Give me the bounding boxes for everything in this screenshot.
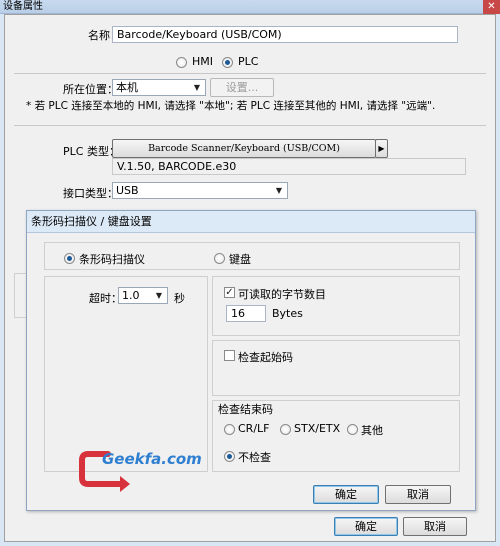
no-check-label: 不检查 — [238, 451, 271, 464]
watermark-text: Geekfa.com — [102, 450, 202, 468]
window-close-button[interactable]: ✕ — [483, 0, 500, 14]
window-title-bar: 设备属性 — [0, 0, 500, 14]
ok-button[interactable]: 确定 — [334, 517, 398, 536]
keyboard-label: 键盘 — [229, 253, 251, 266]
arrow-right-icon: ▶ — [378, 144, 385, 153]
readable-bytes-checkbox[interactable]: ✓ — [224, 287, 235, 298]
barcode-scanner-label: 条形码扫描仪 — [79, 253, 145, 266]
bytes-unit: Bytes — [272, 307, 303, 320]
timeout-unit: 秒 — [174, 292, 185, 305]
divider — [14, 125, 486, 126]
keyboard-radio[interactable] — [214, 253, 225, 264]
geekfa-logo: Geekfa.com — [78, 448, 202, 492]
readable-bytes-label: 可读取的字节数目 — [238, 288, 326, 301]
window-title: 设备属性 — [3, 1, 43, 12]
interface-label: 接口类型： — [63, 187, 118, 200]
plc-radio-label: PLC — [238, 55, 259, 68]
location-label: 所在位置： — [63, 83, 118, 96]
other-label: 其他 — [361, 424, 383, 437]
barcode-scanner-radio[interactable] — [64, 253, 75, 264]
chevron-down-icon: ▼ — [193, 83, 201, 92]
plc-type-arrow-button[interactable]: ▶ — [375, 139, 388, 158]
interface-value: USB — [116, 184, 139, 197]
chevron-down-icon: ▼ — [155, 291, 163, 300]
timeout-value: 1.0 — [122, 289, 140, 302]
plc-radio[interactable] — [222, 57, 233, 68]
checkmark-icon: ✓ — [225, 287, 234, 298]
cancel-button[interactable]: 取消 — [403, 517, 467, 536]
end-code-title: 检查结束码 — [218, 403, 273, 416]
close-icon: ✕ — [487, 1, 496, 12]
settings-button[interactable]: 设置... — [210, 78, 274, 97]
cr-lf-label: CR/LF — [238, 422, 270, 435]
stx-etx-radio[interactable] — [280, 424, 291, 435]
check-start-label: 检查起始码 — [238, 351, 293, 364]
plc-version-info: V.1.50, BARCODE.e30 — [112, 158, 466, 175]
location-value: 本机 — [116, 81, 138, 94]
dialog-title-bar: 条形码扫描仪 / 键盘设置 — [27, 211, 475, 233]
cr-lf-radio[interactable] — [224, 424, 235, 435]
dialog-ok-button[interactable]: 确定 — [313, 485, 379, 504]
no-check-radio[interactable] — [224, 451, 235, 462]
dialog-cancel-button[interactable]: 取消 — [385, 485, 451, 504]
divider — [14, 73, 486, 74]
check-start-checkbox[interactable] — [224, 350, 235, 361]
stx-etx-label: STX/ETX — [294, 422, 341, 435]
other-radio[interactable] — [347, 424, 358, 435]
dialog-title: 条形码扫描仪 / 键盘设置 — [31, 215, 152, 228]
plc-type-button[interactable]: Barcode Scanner/Keyboard (USB/COM) — [112, 139, 376, 158]
bytes-input[interactable]: 16 — [226, 305, 266, 322]
interface-select[interactable]: USB ▼ — [112, 182, 288, 199]
location-note: * 若 PLC 连接至本地的 HMI, 请选择 "本地"; 若 PLC 连接至其… — [26, 100, 436, 112]
hmi-radio[interactable] — [176, 57, 187, 68]
location-select[interactable]: 本机 ▼ — [112, 79, 206, 96]
chevron-down-icon: ▼ — [275, 186, 283, 195]
name-field[interactable]: Barcode/Keyboard (USB/COM) — [112, 26, 458, 43]
hmi-radio-label: HMI — [192, 55, 214, 68]
timeout-select[interactable]: 1.0 ▼ — [118, 287, 168, 304]
